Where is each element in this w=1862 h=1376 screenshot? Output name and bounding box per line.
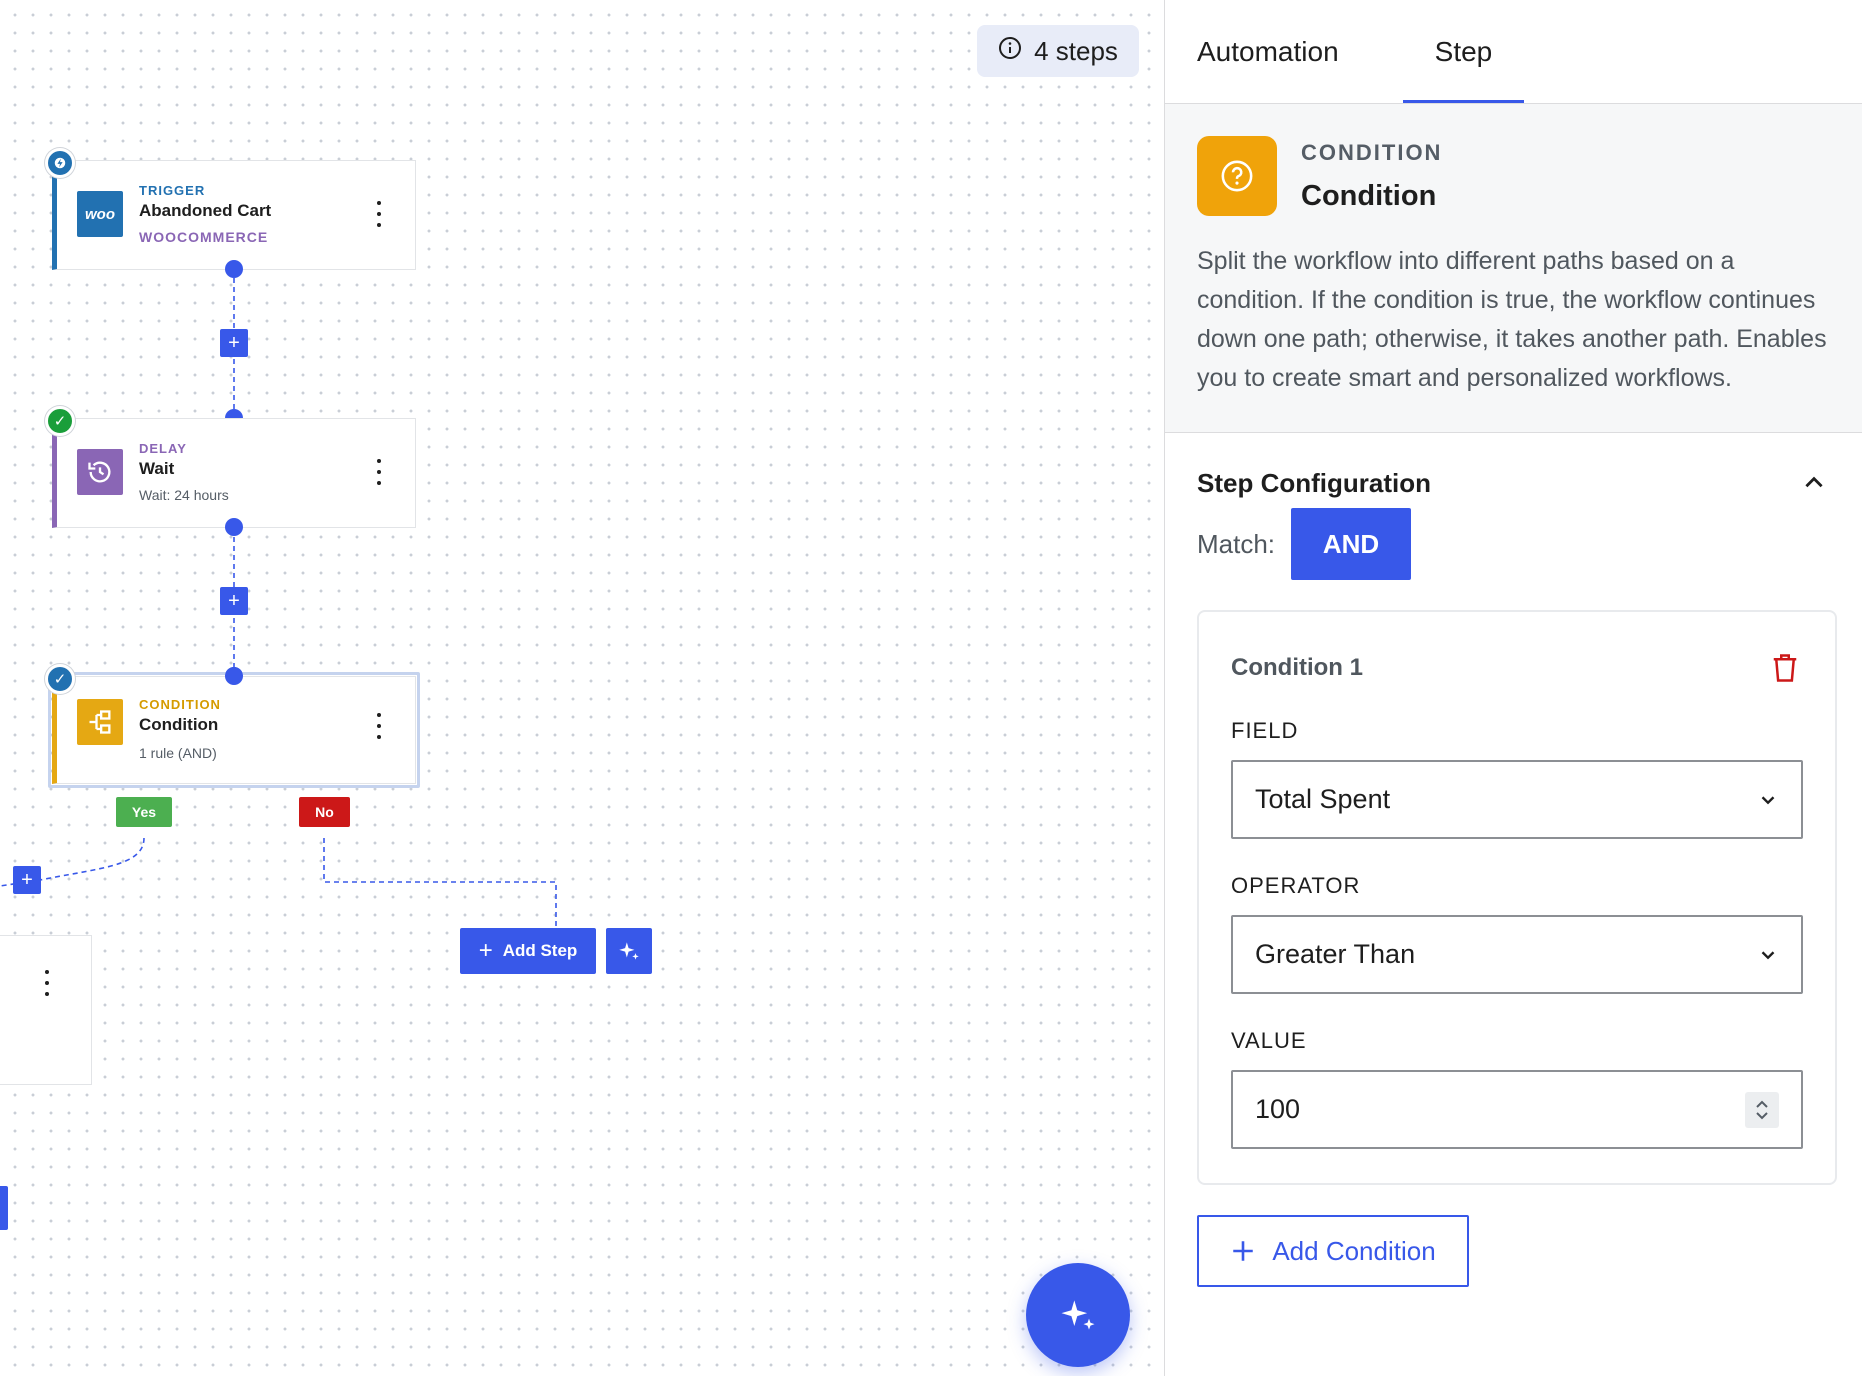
node-kicker: DELAY <box>139 441 187 456</box>
tab-automation[interactable]: Automation <box>1197 0 1371 103</box>
match-label: Match: <box>1197 528 1276 559</box>
settings-panel: Automation Step CONDITION Condition Spli… <box>1164 0 1862 1376</box>
bolt-icon <box>45 148 75 178</box>
plus-icon: + <box>478 937 493 964</box>
output-port[interactable] <box>225 260 243 278</box>
operator-select[interactable]: Greater Than <box>1231 915 1803 994</box>
no-branch-label: No <box>299 797 350 827</box>
insert-step-button[interactable]: + <box>220 587 248 615</box>
operator-select-value: Greater Than <box>1255 939 1416 969</box>
info-icon <box>998 36 1022 67</box>
node-menu-button[interactable] <box>41 970 53 996</box>
history-icon <box>77 449 123 495</box>
input-port[interactable] <box>225 667 243 685</box>
tab-step[interactable]: Step <box>1402 0 1525 103</box>
insert-step-button[interactable]: + <box>13 866 41 894</box>
chevron-up-icon <box>1805 476 1823 488</box>
step-title: Condition <box>1301 179 1437 212</box>
chevron-down-icon <box>1761 795 1775 804</box>
check-icon: ✓ <box>45 406 75 436</box>
value-field <box>1231 1070 1803 1149</box>
section-title: Step Configuration <box>1197 467 1431 498</box>
sparkle-icon <box>619 942 639 960</box>
output-port[interactable] <box>225 518 243 536</box>
delete-condition-button[interactable] <box>1767 648 1803 688</box>
add-condition-button[interactable]: Add Condition <box>1197 1215 1469 1287</box>
number-stepper[interactable] <box>1745 1091 1779 1128</box>
node-subtitle: Wait: 24 hours <box>139 487 229 503</box>
trash-icon <box>1773 654 1797 682</box>
node-menu-button[interactable] <box>373 459 385 485</box>
ai-assistant-fab[interactable] <box>1026 1263 1130 1367</box>
add-condition-label: Add Condition <box>1272 1235 1436 1266</box>
field-label: FIELD <box>1231 718 1299 743</box>
node-kicker: TRIGGER <box>139 183 206 198</box>
yes-branch-label: Yes <box>116 797 172 827</box>
trigger-node[interactable]: woo TRIGGER Abandoned Cart WOOCOMMERCE <box>52 160 416 270</box>
add-step-button-partial[interactable] <box>0 1186 8 1230</box>
woocommerce-icon: woo <box>77 191 123 237</box>
step-configuration: Step Configuration Match: AND Condition … <box>1165 433 1862 1287</box>
step-kicker: CONDITION <box>1301 139 1443 165</box>
ai-suggest-button[interactable] <box>606 928 652 974</box>
node-menu-button[interactable] <box>373 713 385 739</box>
condition-card: Condition 1 FIELD Total Spent OPERATOR G… <box>1197 610 1837 1185</box>
add-step-label: Add Step <box>502 941 578 960</box>
panel-tabs: Automation Step <box>1165 0 1862 104</box>
insert-step-button[interactable]: + <box>220 329 248 357</box>
workflow-canvas[interactable]: 4 steps woo TRIGGER Abandoned Cart WOOCO… <box>0 0 1164 1376</box>
node-menu-button[interactable] <box>373 201 385 227</box>
chevron-down-icon <box>1756 1111 1768 1119</box>
condition-node[interactable]: CONDITION Condition 1 rule (AND) <box>52 676 416 784</box>
question-circle-icon <box>1197 136 1277 216</box>
operator-label: OPERATOR <box>1231 873 1361 898</box>
branch-step-node[interactable] <box>0 935 92 1085</box>
match-and-button[interactable]: AND <box>1291 508 1412 580</box>
field-select-value: Total Spent <box>1255 784 1391 814</box>
field-select[interactable]: Total Spent <box>1231 760 1803 839</box>
branch-icon <box>77 699 123 745</box>
delay-node[interactable]: DELAY Wait Wait: 24 hours <box>52 418 416 528</box>
value-input[interactable] <box>1255 1094 1655 1125</box>
chevron-down-icon <box>1761 950 1775 959</box>
node-subtitle: WOOCOMMERCE <box>139 229 269 245</box>
steps-count-badge: 4 steps <box>977 25 1139 77</box>
step-info: CONDITION Condition Split the workflow i… <box>1165 104 1862 433</box>
node-title: Wait <box>139 459 175 478</box>
collapse-button[interactable] <box>1794 463 1834 503</box>
node-subtitle: 1 rule (AND) <box>139 745 217 761</box>
node-title: Abandoned Cart <box>139 201 272 220</box>
chevron-up-icon <box>1756 1100 1768 1108</box>
plus-icon <box>1233 1241 1254 1261</box>
value-label: VALUE <box>1231 1028 1307 1053</box>
steps-count-label: 4 steps <box>1034 35 1118 66</box>
step-description: Split the workflow into different paths … <box>1197 247 1827 392</box>
add-step-button[interactable]: + Add Step <box>460 928 596 974</box>
node-kicker: CONDITION <box>139 697 221 712</box>
sparkle-icon <box>1061 1300 1095 1330</box>
node-title: Condition <box>139 715 219 734</box>
check-icon: ✓ <box>45 664 75 694</box>
condition-name: Condition 1 <box>1231 654 1363 681</box>
